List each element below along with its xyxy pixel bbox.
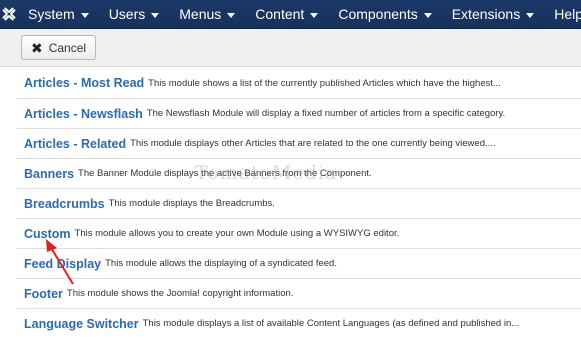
list-item: Articles - Most Read This module shows a…	[16, 68, 581, 98]
list-item: Footer This module shows the Joomla! cop…	[16, 278, 581, 308]
close-icon: ✖	[30, 39, 43, 56]
module-description: This module shows the Joomla! copyright …	[66, 288, 294, 299]
menu-menus[interactable]: Menus	[169, 0, 245, 29]
menu-help-label: Help	[554, 6, 581, 22]
top-navbar: System Users Menus Content Components Ex…	[0, 0, 581, 29]
module-description: The Newsflash Module will display a fixe…	[146, 108, 506, 119]
module-link-articles-newsflash[interactable]: Articles - Newsflash	[24, 107, 143, 121]
module-description: This module allows the displaying of a s…	[105, 258, 337, 269]
caret-down-icon	[151, 12, 160, 18]
module-type-list: Articles - Most Read This module shows a…	[16, 68, 581, 338]
module-description: This module shows a list of the currentl…	[148, 77, 501, 89]
menu-extensions-label: Extensions	[451, 6, 521, 22]
caret-down-icon	[310, 12, 319, 18]
main-menu: System Users Menus Content Components Ex…	[18, 0, 581, 29]
module-link-articles-related[interactable]: Articles - Related	[24, 137, 126, 151]
list-item: Custom This module allows you to create …	[16, 218, 581, 248]
toolbar: ✖ Cancel	[0, 29, 581, 67]
menu-extensions[interactable]: Extensions	[442, 0, 544, 29]
module-link-articles-most-read[interactable]: Articles - Most Read	[24, 76, 144, 90]
module-link-breadcrumbs[interactable]: Breadcrumbs	[24, 197, 105, 211]
menu-menus-label: Menus	[179, 6, 222, 22]
module-link-language-switcher[interactable]: Language Switcher	[24, 317, 139, 331]
list-item: Language Switcher This module displays a…	[16, 308, 581, 338]
module-link-custom[interactable]: Custom	[24, 227, 71, 241]
list-item: Articles - Related This module displays …	[16, 128, 581, 158]
menu-components[interactable]: Components	[328, 0, 441, 29]
caret-down-icon	[227, 12, 236, 18]
menu-users-label: Users	[108, 6, 146, 22]
module-link-banners[interactable]: Banners	[24, 167, 74, 181]
list-item: Feed Display This module allows the disp…	[16, 248, 581, 278]
menu-users[interactable]: Users	[99, 0, 170, 29]
menu-system[interactable]: System	[18, 0, 99, 29]
module-description: The Banner Module displays the active Ba…	[78, 168, 372, 179]
cancel-button[interactable]: ✖ Cancel	[21, 35, 96, 60]
cancel-button-label: Cancel	[48, 40, 87, 55]
caret-down-icon	[80, 12, 89, 18]
list-item: Banners The Banner Module displays the a…	[16, 158, 581, 188]
caret-down-icon	[526, 12, 535, 18]
list-item: Breadcrumbs This module displays the Bre…	[16, 188, 581, 218]
module-description: This module displays the Breadcrumbs.	[108, 198, 275, 209]
menu-content[interactable]: Content	[245, 0, 328, 29]
caret-down-icon	[423, 12, 432, 18]
menu-system-label: System	[28, 6, 75, 22]
module-description: This module displays a list of available…	[142, 318, 520, 329]
joomla-logo-icon[interactable]	[0, 0, 18, 29]
list-item: Articles - Newsflash The Newsflash Modul…	[16, 98, 581, 128]
menu-help[interactable]: Help	[544, 0, 581, 29]
module-link-feed-display[interactable]: Feed Display	[24, 257, 101, 271]
menu-content-label: Content	[255, 6, 305, 22]
module-description: This module displays other Articles that…	[130, 138, 496, 149]
module-link-footer[interactable]: Footer	[24, 287, 63, 301]
menu-components-label: Components	[338, 6, 418, 22]
module-description: This module allows you to create your ow…	[74, 228, 400, 239]
